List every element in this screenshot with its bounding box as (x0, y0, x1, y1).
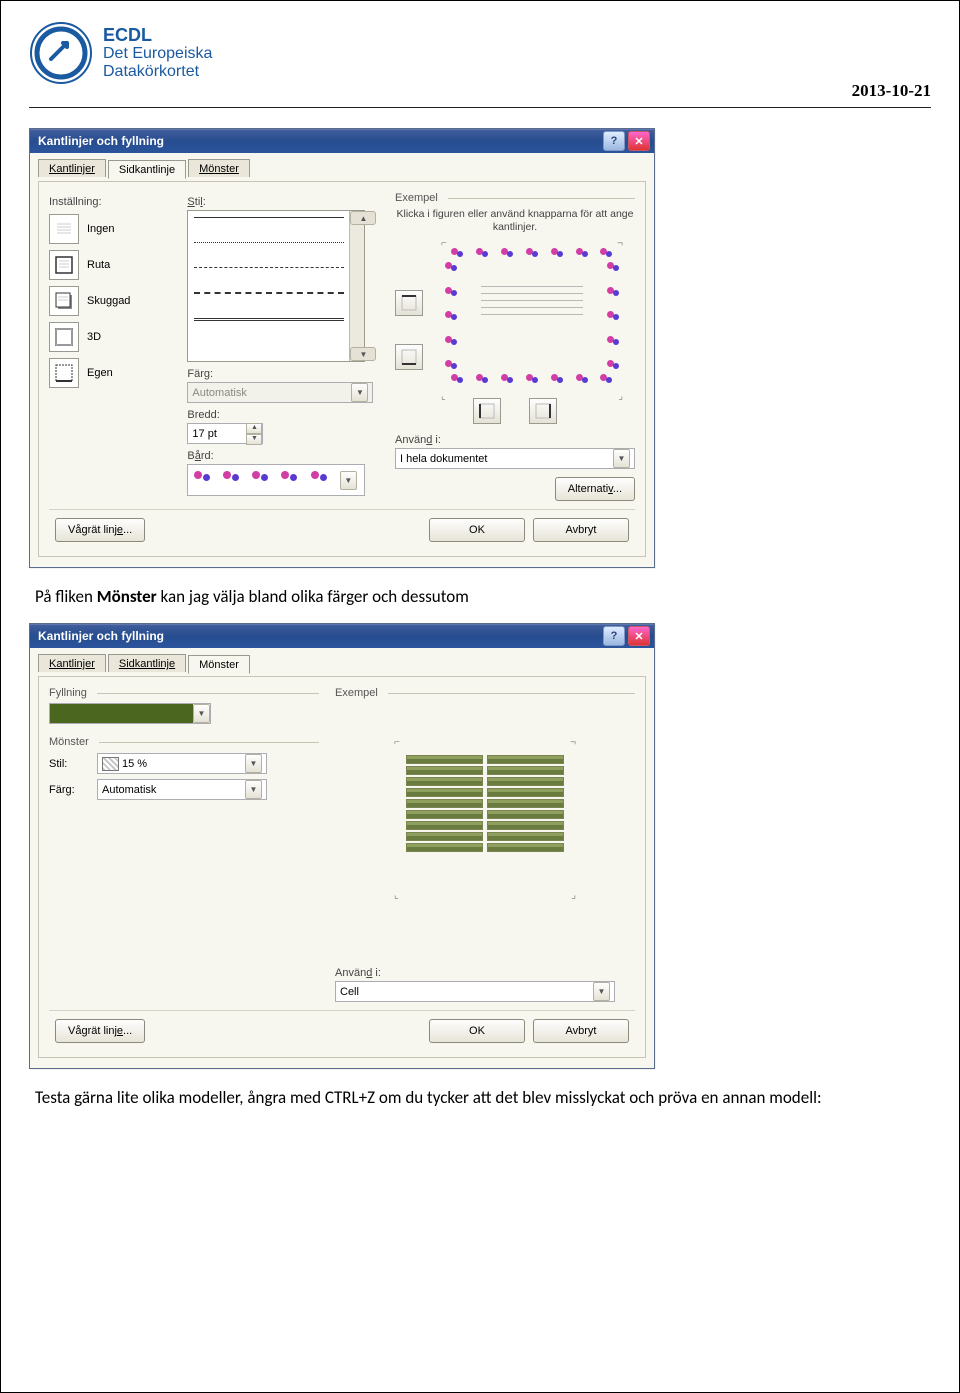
borders-dialog-1: Kantlinjer och fyllning ? ✕ Kantlinjer S… (29, 128, 655, 568)
tab-monster[interactable]: Mönster (188, 159, 250, 177)
close-button[interactable]: ✕ (628, 131, 650, 151)
bard-dropdown[interactable]: ▼ (187, 464, 365, 496)
chevron-down-icon[interactable]: ▼ (593, 982, 610, 1001)
document-date: 2013-10-21 (852, 21, 931, 101)
style-listbox[interactable]: ▲ ▼ (187, 210, 365, 362)
ecdl-logo-icon (29, 21, 93, 85)
horizontal-line-button[interactable]: Vågrät linje... (55, 1019, 145, 1043)
brand-line2: Det Europeiska (103, 45, 212, 63)
threeD-icon (49, 322, 79, 352)
paragraph-1: På fliken Mönster kan jag välja bland ol… (35, 586, 925, 609)
apply-dropdown[interactable]: Cell ▼ (335, 981, 615, 1002)
setting-none[interactable]: Ingen (49, 214, 177, 244)
chevron-down-icon[interactable]: ▼ (245, 754, 262, 773)
pattern-style-dropdown[interactable]: 15 % ▼ (97, 753, 267, 774)
bottom-border-button[interactable] (395, 344, 423, 370)
border-preview[interactable]: ⌐¬⌞⌟ (437, 242, 627, 392)
spin-down-icon[interactable]: ▼ (246, 434, 262, 445)
dialog-title: Kantlinjer och fyllning (34, 134, 164, 148)
setting-label: Inställning: (49, 196, 177, 208)
pattern-color-dropdown[interactable]: Automatisk ▼ (97, 779, 267, 800)
shadow-icon (49, 286, 79, 316)
width-label: Bredd: (187, 409, 385, 421)
tab-sidkantlinje[interactable]: Sidkantlinje (108, 654, 186, 672)
right-border-button[interactable] (529, 398, 557, 424)
fill-color-dropdown[interactable]: ▼ (49, 703, 211, 724)
tab-strip: Kantlinjer Sidkantlinje Mönster (38, 654, 646, 672)
setting-shadow[interactable]: Skuggad (49, 286, 177, 316)
ok-button[interactable]: OK (429, 1019, 525, 1043)
borders-dialog-2: Kantlinjer och fyllning ? ✕ Kantlinjer S… (29, 623, 655, 1069)
brand-line1: ECDL (103, 26, 212, 46)
art-icon (223, 471, 241, 489)
left-border-button[interactable] (473, 398, 501, 424)
custom-icon (49, 358, 79, 388)
apply-label: Använd i: (395, 434, 635, 446)
art-icon (311, 471, 329, 489)
chevron-down-icon[interactable]: ▼ (245, 780, 262, 799)
box-icon (49, 250, 79, 280)
art-icon (194, 471, 212, 489)
example-group-label: Exempel (395, 192, 438, 204)
scroll-down-icon[interactable]: ▼ (350, 347, 376, 361)
stil-label: Stil: (49, 758, 91, 770)
color-label: Färg: (187, 368, 385, 380)
chevron-down-icon[interactable]: ▼ (351, 383, 368, 402)
apply-dropdown[interactable]: I hela dokumentet ▼ (395, 448, 635, 469)
fill-group-label: Fyllning (49, 687, 87, 699)
color-dropdown[interactable]: Automatisk ▼ (187, 382, 373, 403)
scrollbar[interactable]: ▲ ▼ (349, 211, 364, 361)
options-button[interactable]: Alternativ... (555, 477, 635, 501)
pattern-group-label: Mönster (49, 736, 89, 748)
setting-custom[interactable]: Egen (49, 358, 177, 388)
tab-kantlinjer[interactable]: Kantlinjer (38, 654, 106, 672)
pattern-swatch-icon (102, 757, 119, 771)
chevron-down-icon[interactable]: ▼ (193, 704, 210, 723)
dialog-title: Kantlinjer och fyllning (34, 629, 164, 643)
brand-line3: Datakörkortet (103, 63, 212, 81)
chevron-down-icon[interactable]: ▼ (340, 471, 357, 490)
art-icon (252, 471, 270, 489)
example-group-label: Exempel (335, 687, 378, 699)
logo-block: ECDL Det Europeiska Datakörkortet (29, 21, 212, 85)
cancel-button[interactable]: Avbryt (533, 1019, 629, 1043)
titlebar[interactable]: Kantlinjer och fyllning ? ✕ (30, 129, 654, 153)
preview-caption: Klicka i figuren eller använd knapparna … (395, 208, 635, 234)
tab-kantlinjer[interactable]: Kantlinjer (38, 159, 106, 177)
scroll-up-icon[interactable]: ▲ (350, 211, 376, 225)
spin-up-icon[interactable]: ▲ (246, 423, 262, 434)
pattern-color-label: Färg: (49, 784, 91, 796)
top-border-button[interactable] (395, 290, 423, 316)
none-icon (49, 214, 79, 244)
header-rule (29, 107, 931, 108)
close-button[interactable]: ✕ (628, 626, 650, 646)
art-icon (281, 471, 299, 489)
setting-3d[interactable]: 3D (49, 322, 177, 352)
help-button[interactable]: ? (603, 131, 625, 151)
style-label: Stil: (187, 196, 385, 208)
brand-text: ECDL Det Europeiska Datakörkortet (103, 26, 212, 81)
chevron-down-icon[interactable]: ▼ (613, 449, 630, 468)
ok-button[interactable]: OK (429, 518, 525, 542)
page-header: ECDL Det Europeiska Datakörkortet 2013-1… (29, 21, 931, 101)
tab-sidkantlinje[interactable]: Sidkantlinje (108, 160, 186, 179)
apply-label: Använd i: (335, 967, 635, 979)
tab-monster[interactable]: Mönster (188, 655, 250, 674)
titlebar[interactable]: Kantlinjer och fyllning ? ✕ (30, 624, 654, 648)
setting-box[interactable]: Ruta (49, 250, 177, 280)
bard-label: Bård: (187, 450, 385, 462)
cancel-button[interactable]: Avbryt (533, 518, 629, 542)
help-button[interactable]: ? (603, 626, 625, 646)
tab-strip: Kantlinjer Sidkantlinje Mönster (38, 159, 646, 177)
width-spinner[interactable]: 17 pt ▲▼ (187, 423, 263, 444)
fill-preview: ⌐¬⌞⌟ (390, 741, 580, 891)
paragraph-2: Testa gärna lite olika modeller, ångra m… (35, 1087, 925, 1110)
horizontal-line-button[interactable]: Vågrät linje... (55, 518, 145, 542)
document-page: ECDL Det Europeiska Datakörkortet 2013-1… (0, 0, 960, 1393)
